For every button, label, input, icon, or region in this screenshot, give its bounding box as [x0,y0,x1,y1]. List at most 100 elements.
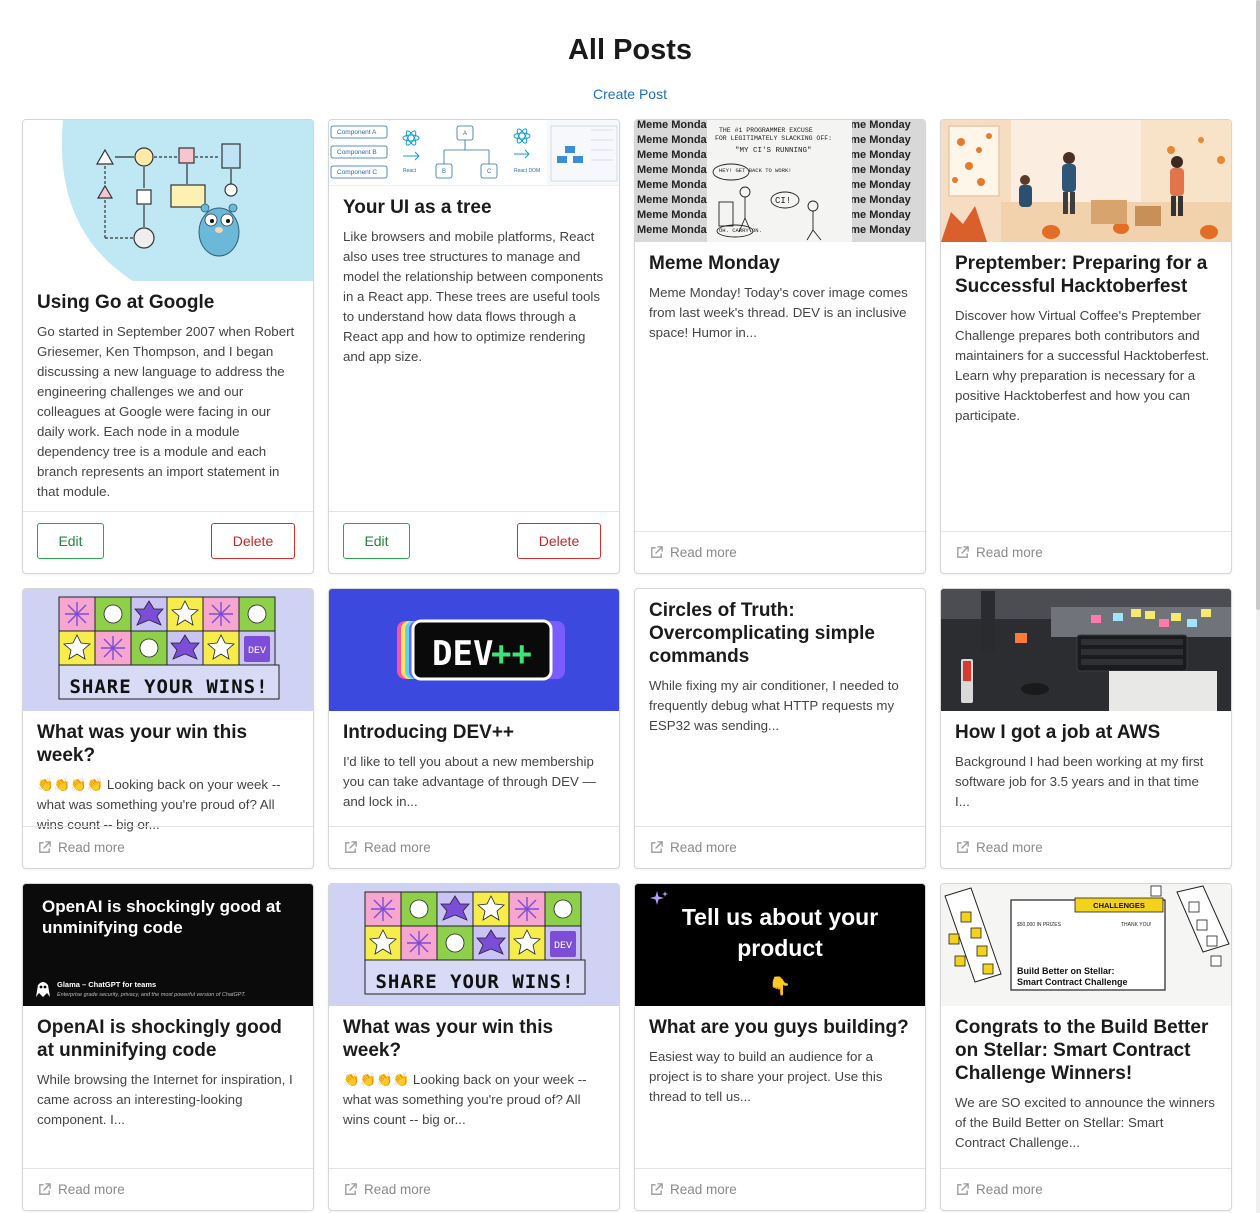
post-card: OpenAI is shockingly good at unminifying… [22,883,314,1211]
post-title[interactable]: What was your win this week? [37,721,299,767]
post-card: Meme Monday Meme Monday Meme Monday Meme… [634,119,926,574]
read-more-link[interactable]: Read more [635,826,925,868]
external-link-icon [39,1183,51,1195]
post-card: DEV SHARE YOUR WINS! What was your win t… [328,883,620,1211]
post-description: Like browsers and mobile platforms, Reac… [343,229,604,364]
post-image-share-your-wins: DEV SHARE YOUR WINS! [23,589,313,711]
read-more-label: Read more [976,1182,1043,1197]
post-description: We are SO excited to announce the winner… [955,1095,1215,1150]
external-link-icon [651,546,663,558]
post-actions: Edit Delete [329,511,619,573]
read-more-label: Read more [364,1182,431,1197]
post-actions: Edit Delete [23,511,313,573]
post-card: Preptember: Preparing for a Successful H… [940,119,1232,574]
svg-text:THE #1 PROGRAMMER EXCUSE: THE #1 PROGRAMMER EXCUSE [719,127,813,134]
post-title[interactable]: Preptember: Preparing for a Successful H… [955,252,1217,298]
svg-text:CI!: CI! [775,196,791,206]
svg-text:DEV: DEV [432,634,493,674]
create-post-link[interactable]: Create Post [0,85,1260,103]
post-card: DEV ++ Introducing DEV++ I'd like to tel… [328,588,620,869]
post-image-desk-photo [941,589,1231,711]
post-image-react-tree: Component A Component B Component C A B … [329,120,619,186]
gopher-icon [198,203,240,257]
post-image-meme-comic: Meme Monday Meme Monday Meme Monday Meme… [635,120,925,242]
svg-text:Smart Contract Challenge: Smart Contract Challenge [1017,977,1128,987]
post-description: While browsing the Internet for inspirat… [37,1072,293,1127]
post-description: 👏👏👏👏 Looking back on your week -- what w… [343,1072,587,1127]
edit-button[interactable]: Edit [37,522,104,559]
svg-text:B: B [442,169,446,175]
post-description: Discover how Virtual Coffee's Preptember… [955,308,1210,423]
edit-button[interactable]: Edit [343,522,410,559]
post-title[interactable]: Introducing DEV++ [343,721,605,744]
post-image-autumn-illustration [941,120,1231,242]
delete-button[interactable]: Delete [211,522,295,559]
read-more-label: Read more [670,1182,737,1197]
external-link-icon [957,1183,969,1195]
svg-text:React: React [403,168,417,174]
pointing-down-icon: 👇 [768,976,792,996]
svg-text:Component C: Component C [337,169,377,176]
post-description: Background I had been working at my firs… [955,754,1204,809]
svg-text:Component B: Component B [337,149,377,156]
external-link-icon [345,1183,357,1195]
svg-text:React DOM: React DOM [514,168,540,174]
post-description: Meme Monday! Today's cover image comes f… [649,285,908,340]
post-title[interactable]: Your UI as a tree [343,196,605,219]
scrollbar[interactable] [1256,0,1260,1213]
read-more-label: Read more [670,545,737,560]
banner-headline: Tell us about your product [681,904,879,961]
read-more-link[interactable]: Read more [941,1168,1231,1210]
read-more-label: Read more [976,840,1043,855]
post-card: Circles of Truth: Overcomplicating simpl… [634,588,926,869]
svg-text:$50,000 IN PRIZES: $50,000 IN PRIZES [1017,922,1062,928]
post-card: How I got a job at AWS Background I had … [940,588,1232,869]
external-link-icon [345,841,357,853]
post-title[interactable]: Congrats to the Build Better on Stellar:… [955,1016,1217,1085]
external-link-icon [651,841,663,853]
svg-text:Meme Monday: Meme Monday [637,134,714,146]
post-description: Easiest way to build an audience for a p… [649,1049,883,1104]
post-card: CHALLENGES $50,000 IN PRIZES THANK YOU! … [940,883,1232,1211]
post-card: DEV SHARE YOUR WINS! What was your win t… [22,588,314,869]
svg-text:SHARE YOUR WINS!: SHARE YOUR WINS! [69,676,268,698]
page-title: All Posts [567,34,693,66]
read-more-link[interactable]: Read more [635,1168,925,1210]
post-title[interactable]: Using Go at Google [37,291,299,314]
read-more-label: Read more [58,840,125,855]
read-more-link[interactable]: Read more [941,531,1231,573]
delete-button[interactable]: Delete [517,522,601,559]
svg-text:Meme Monday: Meme Monday [637,120,714,131]
post-title[interactable]: Meme Monday [649,252,911,275]
svg-text:A: A [463,131,467,137]
svg-text:Component A: Component A [337,129,377,136]
svg-text:DEV: DEV [554,941,572,952]
read-more-link[interactable]: Read more [329,1168,619,1210]
post-title[interactable]: Circles of Truth: Overcomplicating simpl… [649,599,911,668]
read-more-link[interactable]: Read more [941,826,1231,868]
svg-text:Meme Monday: Meme Monday [637,149,714,161]
external-link-icon [957,841,969,853]
scrollbar-thumb[interactable] [1256,0,1260,610]
svg-text:DEV: DEV [248,646,266,657]
read-more-link[interactable]: Read more [635,531,925,573]
read-more-link[interactable]: Read more [23,1168,313,1210]
svg-text:SHARE YOUR WINS!: SHARE YOUR WINS! [375,971,574,993]
banner-headline: OpenAI is shockingly good at unminifying… [42,897,281,937]
post-title[interactable]: What was your win this week? [343,1016,605,1062]
post-card: Component A Component B Component C A B … [328,119,620,574]
read-more-label: Read more [976,545,1043,560]
post-title[interactable]: OpenAI is shockingly good at unminifying… [37,1016,299,1062]
post-image-tell-us-product: Tell us about your product 👇 [635,884,925,1006]
svg-text:FOR LEGITIMATELY SLACKING OFF:: FOR LEGITIMATELY SLACKING OFF: [715,135,832,142]
read-more-label: Read more [670,840,737,855]
post-image-go-diagram [23,120,313,281]
svg-text:Meme Monday: Meme Monday [637,224,714,236]
read-more-link[interactable]: Read more [329,826,619,868]
banner-tagline: Enterprise grade security, privacy, and … [57,992,246,998]
post-title[interactable]: How I got a job at AWS [955,721,1217,744]
post-title[interactable]: What are you guys building? [649,1016,911,1039]
read-more-link[interactable]: Read more [23,826,313,868]
svg-text:++: ++ [491,634,532,674]
svg-text:CHALLENGES: CHALLENGES [1093,901,1145,910]
